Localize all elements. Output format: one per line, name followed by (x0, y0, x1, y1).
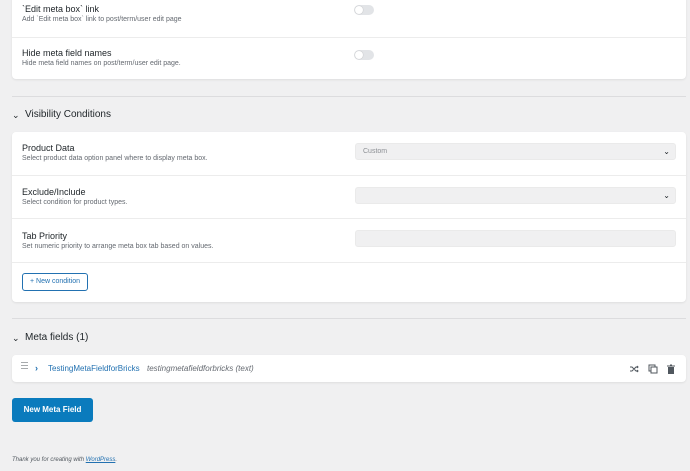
hide-names-desc: Hide meta field names on post/term/user … (22, 60, 181, 67)
drag-handle-icon[interactable] (21, 362, 28, 370)
edit-link-title: `Edit meta box` link (22, 4, 100, 14)
chevron-down-icon: ⌄ (663, 191, 670, 200)
hide-names-title: Hide meta field names (22, 48, 112, 58)
product-data-title: Product Data (22, 143, 75, 153)
visibility-card: Product Data Select product data option … (12, 132, 686, 302)
product-data-desc: Select product data option panel where t… (22, 155, 208, 162)
tab-priority-title: Tab Priority (22, 231, 68, 241)
meta-field-row[interactable]: › TestingMetaFieldforBricks testingmetaf… (12, 355, 686, 382)
chevron-right-icon[interactable]: › (35, 355, 38, 382)
meta-fields-section-header[interactable]: ⌄ Meta fields (1) (12, 328, 686, 348)
hide-names-row: Hide meta field names Hide meta field na… (12, 38, 686, 79)
exclude-select[interactable]: ⌄ (355, 187, 676, 204)
edit-link-row: `Edit meta box` link Add `Edit meta box`… (12, 0, 686, 38)
duplicate-icon[interactable] (648, 364, 658, 374)
new-condition-row: + New condition (12, 263, 686, 302)
chevron-down-icon[interactable]: ⌄ (12, 331, 20, 345)
tab-priority-row: Tab Priority Set numeric priority to arr… (12, 219, 686, 263)
hide-names-toggle[interactable] (354, 50, 374, 60)
meta-field-label[interactable]: TestingMetaFieldforBricks (48, 355, 140, 382)
meta-field-id: testingmetafieldforbricks (text) (147, 364, 254, 373)
product-data-row: Product Data Select product data option … (12, 132, 686, 176)
tab-priority-desc: Set numeric priority to arrange meta box… (22, 243, 214, 250)
new-condition-button[interactable]: + New condition (22, 273, 88, 291)
shuffle-icon[interactable] (629, 364, 639, 374)
divider (12, 96, 686, 97)
exclude-row: Exclude/Include Select condition for pro… (12, 176, 686, 219)
divider (12, 318, 686, 319)
footer-prefix: Thank you for creating with (12, 457, 86, 463)
meta-field-actions (625, 364, 676, 374)
product-data-select[interactable]: Custom ⌄ (355, 143, 676, 160)
visibility-section-header[interactable]: ⌄ Visibility Conditions (12, 105, 686, 125)
meta-fields-section-title: Meta fields (1) (25, 332, 89, 343)
chevron-down-icon[interactable]: ⌄ (12, 108, 20, 122)
exclude-desc: Select condition for product types. (22, 199, 128, 206)
tab-priority-input[interactable] (355, 230, 676, 247)
wordpress-link[interactable]: WordPress (86, 457, 116, 463)
edit-link-toggle[interactable] (354, 5, 374, 15)
footer-text: Thank you for creating with WordPress. (12, 457, 117, 463)
footer-suffix: . (115, 457, 118, 463)
exclude-title: Exclude/Include (22, 187, 86, 197)
visibility-section-title: Visibility Conditions (25, 109, 111, 120)
settings-card: `Edit meta box` link Add `Edit meta box`… (12, 0, 686, 79)
chevron-down-icon: ⌄ (663, 147, 670, 156)
product-data-value: Custom (363, 148, 388, 155)
trash-icon[interactable] (666, 364, 676, 374)
new-meta-field-button[interactable]: New Meta Field (12, 398, 93, 422)
edit-link-desc: Add `Edit meta box` link to post/term/us… (22, 16, 182, 23)
